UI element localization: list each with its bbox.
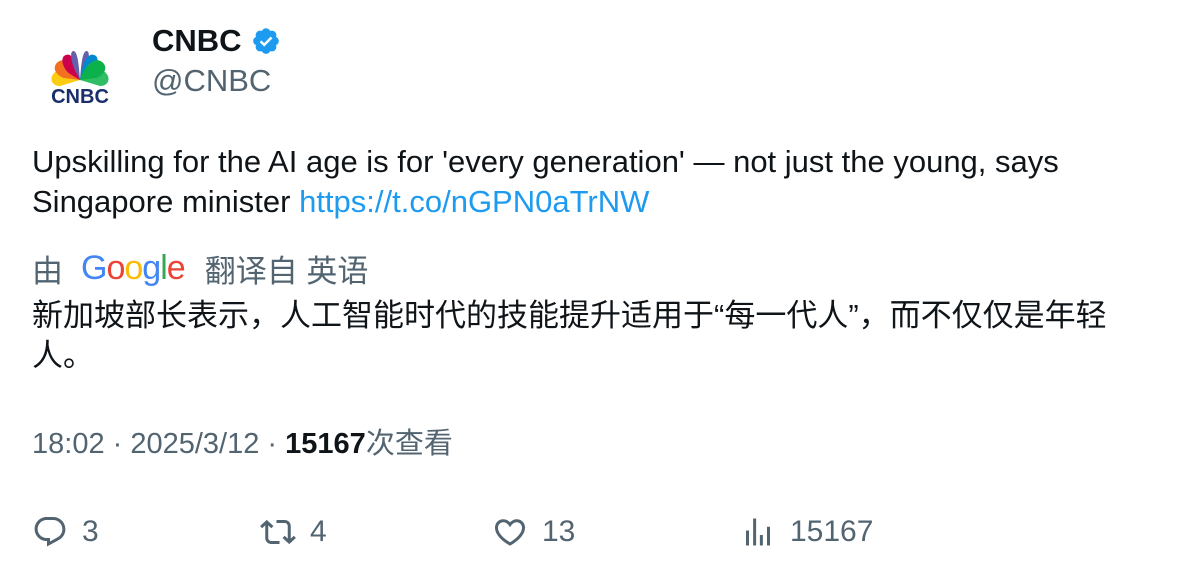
meta-separator: · — [104, 428, 131, 460]
translation-prefix: 由 — [32, 253, 63, 289]
reply-button[interactable]: 3 — [32, 508, 99, 556]
avatar[interactable]: CNBC — [32, 28, 128, 124]
heart-icon — [494, 519, 526, 546]
views-action-count: 15167 — [790, 515, 874, 548]
like-button[interactable]: 13 — [492, 508, 575, 556]
retweet-icon — [260, 519, 296, 545]
author-name-text[interactable]: CNBC — [152, 22, 242, 60]
analytics-bar-icon — [746, 518, 770, 546]
action-bar: 3 4 13 15167 — [32, 508, 1172, 556]
tweet-link[interactable]: https://t.co/nGPN0aTrNW — [299, 184, 649, 219]
views-label: 次查看 — [365, 428, 453, 460]
author-name[interactable]: CNBC — [152, 22, 281, 60]
meta-separator: · — [259, 428, 286, 460]
tweet-meta: 18:02 · 2025/3/12 · 15167次查看 — [32, 424, 453, 464]
reply-icon — [34, 517, 66, 547]
views-count: 15167 — [285, 428, 366, 460]
google-logo-icon[interactable]: Google — [81, 249, 186, 288]
tweet-date[interactable]: 2025/3/12 — [130, 428, 259, 460]
svg-text:CNBC: CNBC — [51, 86, 109, 108]
tweet-text: Upskilling for the AI age is for 'every … — [32, 142, 1152, 222]
author-handle[interactable]: @CNBC — [152, 62, 271, 100]
views-button[interactable]: 15167 — [740, 508, 873, 556]
like-count: 13 — [542, 515, 576, 548]
reply-count: 3 — [82, 515, 99, 548]
translation-attribution: 由 Google 翻译自 英语 — [32, 246, 368, 290]
translated-text: 新加坡部长表示，人工智能时代的技能提升适用于“每一代人”，而不仅仅是年轻人。 — [32, 298, 1107, 373]
translation-suffix: 翻译自 英语 — [204, 253, 369, 289]
verified-badge-icon — [252, 28, 279, 54]
tweet-time[interactable]: 18:02 — [32, 428, 105, 460]
cnbc-peacock-logo-icon: CNBC — [51, 50, 109, 108]
tweet-card: CNBC CNBC @CNBC Upskilling for the AI ag… — [0, 0, 1196, 578]
retweet-button[interactable]: 4 — [260, 508, 327, 556]
retweet-count: 4 — [310, 515, 327, 548]
